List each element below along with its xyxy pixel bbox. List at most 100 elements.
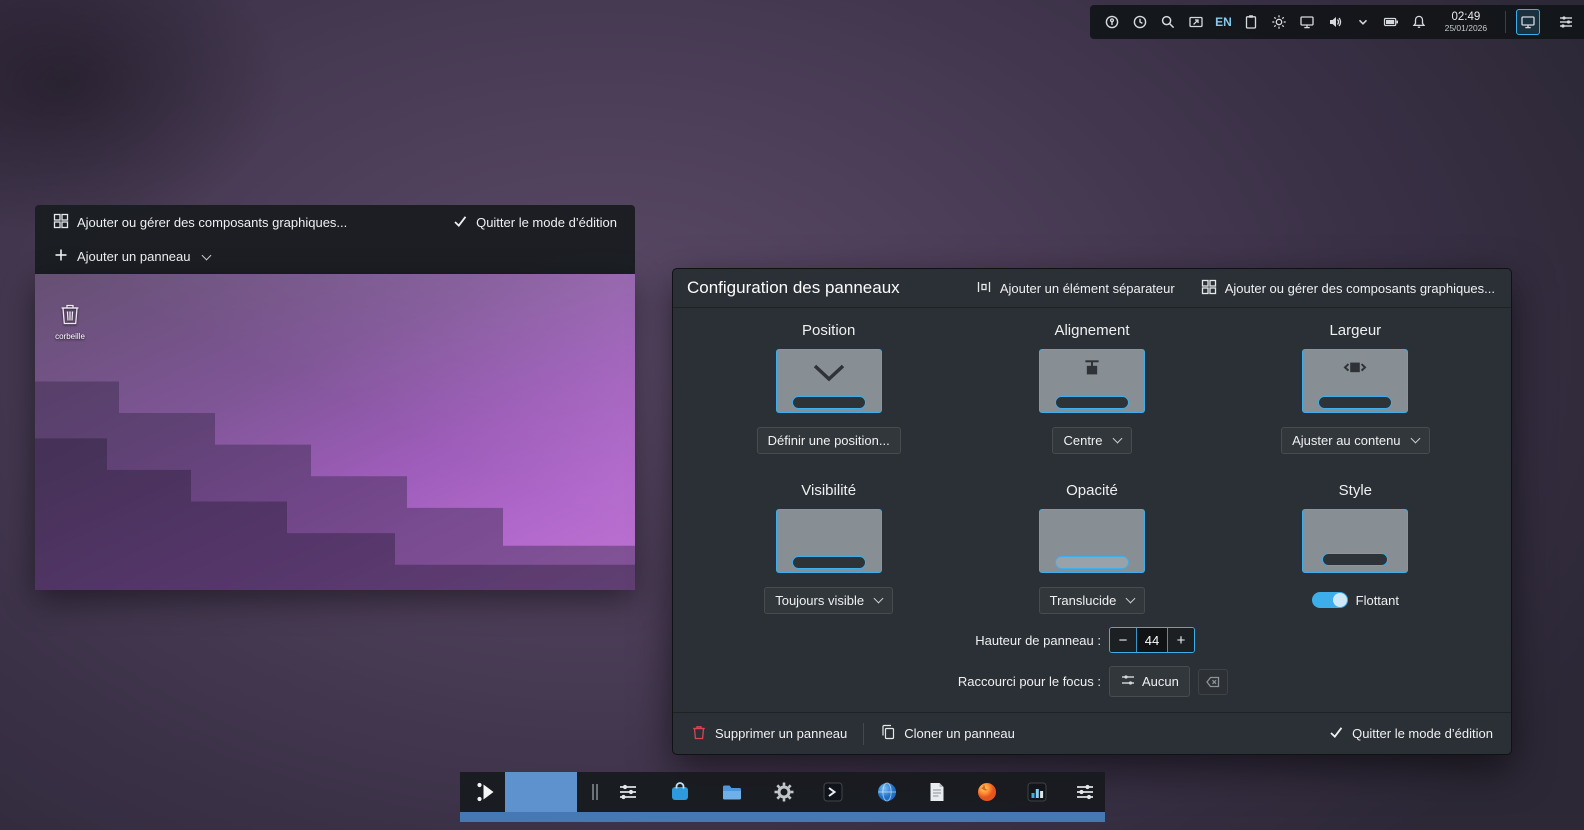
alignment-preview (1038, 349, 1145, 413)
panel-configure-icon[interactable] (1554, 9, 1578, 35)
chevron-down-icon (202, 250, 212, 260)
height-value[interactable]: 44 (1136, 628, 1168, 652)
discover-icon[interactable] (660, 772, 700, 812)
separator-handle[interactable] (590, 772, 600, 812)
notifications-icon[interactable] (1407, 9, 1431, 35)
opacity-label: Opacité (1066, 482, 1118, 499)
floating-toggle[interactable] (1311, 592, 1348, 608)
dialog-footer: Supprimer un panneau Cloner un panneau Q… (673, 712, 1511, 754)
dialog-header: Configuration des panneaux Ajouter un él… (673, 269, 1511, 308)
define-position-button[interactable]: Définir une position... (756, 426, 901, 454)
sliders-icon (619, 784, 636, 800)
document-icon (930, 783, 944, 801)
visibility-preview (775, 509, 882, 573)
firefox-icon[interactable] (967, 772, 1007, 812)
backspace-icon (1206, 676, 1220, 687)
visibility-label: Visibilité (801, 482, 857, 499)
floating-toggle-label: Flottant (1355, 592, 1399, 608)
highlighted-spacer-widget[interactable] (505, 772, 577, 812)
delete-panel-button[interactable]: Supprimer un panneau (685, 720, 853, 747)
alignment-value: Centre (1063, 432, 1103, 448)
width-value: Ajuster au contenu (1292, 432, 1401, 448)
panel-miniature (1318, 396, 1393, 409)
clock-date: 25/01/2026 (1444, 22, 1488, 33)
add-panel-button[interactable]: Ajouter un panneau (47, 243, 216, 270)
search-icon[interactable] (1156, 9, 1180, 35)
add-separator-label: Ajouter un élément séparateur (999, 280, 1175, 296)
width-label: Largeur (1329, 322, 1382, 339)
width-dropdown[interactable]: Ajuster au contenu (1281, 426, 1430, 454)
tray-divider (1505, 11, 1507, 33)
section-width: Largeur Ajuster au contenu (1281, 318, 1430, 454)
brightness-icon[interactable] (1267, 9, 1291, 35)
opacity-value: Translucide (1049, 592, 1117, 608)
chevron-down-icon (873, 593, 884, 604)
focus-shortcut-button[interactable]: Aucun (1109, 666, 1190, 697)
terminal-icon[interactable] (814, 772, 854, 812)
check-icon (1328, 724, 1344, 743)
opacity-dropdown[interactable]: Translucide (1038, 586, 1146, 614)
add-panel-label: Ajouter un panneau (77, 249, 191, 264)
privacy-icon[interactable] (1100, 9, 1124, 35)
panel-miniature (1054, 396, 1129, 409)
keyboard-layout-indicator[interactable]: EN (1212, 9, 1236, 35)
desktop-root: EN 02:49 25/01/2026 Ajouter ou gérer des… (0, 0, 1584, 830)
alignment-label: Alignement (1054, 322, 1130, 339)
panel-config-dialog: Configuration des panneaux Ajouter un él… (672, 268, 1512, 755)
alignment-dropdown[interactable]: Centre (1052, 426, 1132, 454)
panel-height-spinbox: − 44 + (1109, 627, 1195, 653)
visibility-dropdown[interactable]: Toujours visible (764, 586, 894, 614)
clone-icon (880, 724, 896, 743)
panel-miniature (791, 396, 866, 409)
exit-edit-mode-button[interactable]: Quitter le mode d’édition (446, 209, 623, 236)
opacity-preview (1038, 509, 1145, 573)
system-monitor-icon[interactable] (1017, 772, 1057, 812)
mixer-sliders-icon[interactable] (608, 772, 648, 812)
file-manager-icon[interactable] (712, 772, 752, 812)
width-preview (1302, 349, 1409, 413)
style-label: Style (1338, 482, 1372, 499)
exit-edit-mode-button-footer[interactable]: Quitter le mode d’édition (1322, 720, 1499, 747)
delete-panel-label: Supprimer un panneau (715, 726, 848, 741)
clipboard-icon[interactable] (1239, 9, 1263, 35)
add-separator-button[interactable]: Ajouter un élément séparateur (970, 275, 1181, 302)
manage-widgets-label-dialog: Ajouter ou gérer des composants graphiqu… (1224, 280, 1495, 296)
display-icon[interactable] (1295, 9, 1319, 35)
height-decrease-button[interactable]: − (1110, 628, 1136, 652)
focus-shortcut-row: Raccourci pour le focus : Aucun (697, 666, 1487, 697)
edit-mode-toolbar: Ajouter ou gérer des composants graphiqu… (35, 205, 635, 274)
manage-widgets-button-dialog[interactable]: Ajouter ou gérer des composants graphiqu… (1195, 275, 1501, 302)
system-settings-icon[interactable] (764, 772, 804, 812)
display-settings-icon[interactable] (1516, 9, 1541, 35)
panel-height-row: Hauteur de panneau : − 44 + (697, 627, 1487, 653)
panel-settings-icon[interactable] (1065, 772, 1105, 812)
battery-icon[interactable] (1379, 9, 1403, 35)
height-increase-button[interactable]: + (1168, 628, 1194, 652)
clock[interactable]: 02:49 25/01/2026 (1437, 11, 1496, 33)
web-browser-icon[interactable] (867, 772, 907, 812)
monitor-bars-icon (1027, 782, 1047, 802)
chevron-down-icon[interactable] (1351, 9, 1375, 35)
plasma-logo-icon (477, 782, 494, 802)
panel-miniature (791, 556, 866, 569)
trash-icon (61, 304, 79, 325)
manage-widgets-button[interactable]: Ajouter ou gérer des composants graphiqu… (47, 209, 353, 236)
notes-icon[interactable] (917, 772, 957, 812)
console-icon (823, 782, 843, 802)
app-launcher-icon[interactable] (466, 772, 506, 812)
section-visibility: Visibilité Toujours visible (764, 478, 894, 614)
toggle-knob (1332, 593, 1347, 607)
trash-label: corbeille (55, 332, 85, 341)
screenshare-icon[interactable] (1184, 9, 1208, 35)
plus-icon (53, 247, 69, 266)
trash-desktop-icon[interactable]: corbeille (47, 302, 93, 342)
chevron-down-icon (1125, 593, 1136, 604)
clone-panel-button[interactable]: Cloner un panneau (874, 720, 1021, 747)
history-icon[interactable] (1128, 9, 1152, 35)
chevron-down-icon (1410, 433, 1420, 444)
clear-shortcut-button[interactable] (1197, 668, 1228, 695)
panel-miniature (1054, 556, 1129, 569)
volume-icon[interactable] (1323, 9, 1347, 35)
shortcut-icon (1120, 672, 1136, 691)
clone-panel-label: Cloner un panneau (904, 726, 1015, 741)
